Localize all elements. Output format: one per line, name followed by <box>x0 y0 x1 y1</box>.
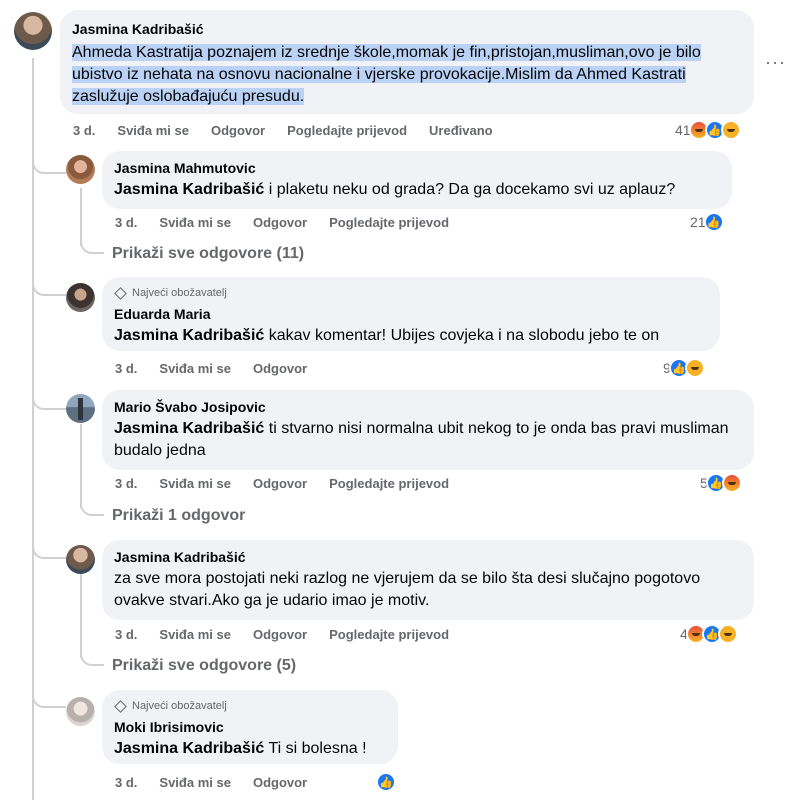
comment-author[interactable]: Mario Švabo Josipovic <box>114 398 742 416</box>
reply-button[interactable]: Odgovor <box>211 123 265 139</box>
like-button[interactable]: Sviđa mi se <box>117 123 189 139</box>
comment-text: Ahmeda Kastratija poznajem iz srednje šk… <box>72 42 742 108</box>
timestamp-link[interactable]: 3 d. <box>115 775 137 791</box>
timestamp-link[interactable]: 3 d. <box>115 627 137 643</box>
comment-actions: 3 d. Sviđa mi se Odgovor <box>115 361 307 377</box>
diamond-icon <box>114 699 127 713</box>
comment-author[interactable]: Jasmina Kadribašić <box>72 20 742 38</box>
timestamp-link[interactable]: 3 d. <box>115 215 137 231</box>
like-icon: 👍 <box>376 772 396 792</box>
edited-label: Uređivano <box>429 123 493 138</box>
thread-connector <box>80 230 104 254</box>
comment-bubble: Jasmina Kadribašić za sve mora postojati… <box>102 540 754 620</box>
comment-author[interactable]: Jasmina Mahmutovic <box>114 159 720 177</box>
haha-icon <box>717 624 738 644</box>
top-fan-badge: Najveći obožavatelj <box>114 698 386 714</box>
top-fan-label: Najveći obožavatelj <box>132 700 227 712</box>
thread-connector <box>32 272 66 296</box>
comment-bubble: Mario Švabo Josipovic Jasmina Kadribašić… <box>102 390 754 470</box>
reply-button[interactable]: Odgovor <box>253 215 307 231</box>
comment-actions: 3 d. Sviđa mi se Odgovor Pogledajte prij… <box>115 476 449 492</box>
comment-text-body: i plaketu neku od grada? Da ga docekamo … <box>264 181 676 198</box>
translate-button[interactable]: Pogledajte prijevod <box>329 627 449 643</box>
reply-button[interactable]: Odgovor <box>253 627 307 643</box>
comment-author[interactable]: Jasmina Kadribašić <box>114 548 742 566</box>
reaction-summary[interactable]: 👍 <box>376 772 396 792</box>
top-fan-badge: Najveći obožavatelj <box>114 285 708 301</box>
more-options-icon[interactable]: ··· <box>765 52 786 73</box>
comment-actions: 3 d. Sviđa mi se Odgovor <box>115 775 307 791</box>
comment-author[interactable]: Eduarda Maria <box>114 305 708 323</box>
comment-text: Jasmina Kadribašić ti stvarno nisi norma… <box>114 418 742 462</box>
comment-text: za sve mora postojati neki razlog ne vje… <box>114 570 701 609</box>
thread-connector <box>32 684 66 708</box>
avatar[interactable] <box>14 12 52 50</box>
translate-button[interactable]: Pogledajte prijevod <box>329 476 449 492</box>
view-replies-link[interactable]: Prikaži 1 odgovor <box>112 507 245 525</box>
comment-text: Jasmina Kadribašić kakav komentar! Ubije… <box>114 325 708 347</box>
reaction-summary[interactable]: 5 👍 <box>700 473 742 493</box>
angry-icon <box>721 473 742 493</box>
comment-actions: 3 d. Sviđa mi se Odgovor Pogledajte prij… <box>115 627 449 643</box>
thread-connector <box>80 492 104 516</box>
like-button[interactable]: Sviđa mi se <box>159 215 231 231</box>
thread-connector <box>32 535 66 559</box>
like-button[interactable]: Sviđa mi se <box>159 775 231 791</box>
mention-link[interactable]: Jasmina Kadribašić <box>114 327 264 344</box>
comment-author[interactable]: Moki Ibrisimovic <box>114 718 386 736</box>
comment-text: Jasmina Kadribašić i plaketu neku od gra… <box>114 179 720 201</box>
thread-connector <box>80 642 104 666</box>
view-replies-link[interactable]: Prikaži sve odgovore (5) <box>112 657 296 675</box>
comment-actions: 3 d. Sviđa mi se Odgovor Pogledajte prij… <box>115 215 449 231</box>
comment-text-highlighted: Ahmeda Kastratija poznajem iz srednje šk… <box>72 44 701 105</box>
timestamp-link[interactable]: 3 d. <box>73 123 95 139</box>
comment-text: Jasmina Kadribašić Ti si bolesna ! <box>114 738 386 760</box>
reply-button[interactable]: Odgovor <box>253 775 307 791</box>
reaction-summary[interactable]: 4 👍 <box>680 624 738 644</box>
haha-icon <box>684 358 705 378</box>
view-replies-link[interactable]: Prikaži sve odgovore (11) <box>112 245 304 263</box>
timestamp-link[interactable]: 3 d. <box>115 476 137 492</box>
avatar[interactable] <box>66 697 95 726</box>
top-fan-label: Najveći obožavatelj <box>132 287 227 299</box>
comment-text-body: Ti si bolesna ! <box>264 740 367 757</box>
comment-text-body: kakav komentar! Ubijes covjeka i na slob… <box>264 327 660 344</box>
comment-actions: 3 d. Sviđa mi se Odgovor Pogledajte prij… <box>73 123 493 139</box>
haha-icon <box>720 120 741 140</box>
avatar[interactable] <box>66 155 95 184</box>
avatar[interactable] <box>66 545 95 574</box>
like-button[interactable]: Sviđa mi se <box>159 476 231 492</box>
mention-link[interactable]: Jasmina Kadribašić <box>114 420 264 437</box>
comment-bubble: Jasmina Kadribašić Ahmeda Kastratija poz… <box>60 10 754 114</box>
translate-button[interactable]: Pogledajte prijevod <box>287 123 407 139</box>
translate-button[interactable]: Pogledajte prijevod <box>329 215 449 231</box>
avatar[interactable] <box>66 394 95 423</box>
comment-bubble: Najveći obožavatelj Moki Ibrisimovic Jas… <box>102 690 398 764</box>
comment-bubble: Jasmina Mahmutovic Jasmina Kadribašić i … <box>102 151 732 209</box>
mention-link[interactable]: Jasmina Kadribašić <box>114 181 264 198</box>
reply-button[interactable]: Odgovor <box>253 476 307 492</box>
comment-bubble: Najveći obožavatelj Eduarda Maria Jasmin… <box>102 277 720 351</box>
like-icon: 👍 <box>703 212 724 232</box>
avatar[interactable] <box>66 283 95 312</box>
like-button[interactable]: Sviđa mi se <box>159 627 231 643</box>
reply-button[interactable]: Odgovor <box>253 361 307 377</box>
reaction-summary[interactable]: 9 👍 <box>663 358 705 378</box>
reaction-summary[interactable]: 41 👍 <box>675 120 741 140</box>
mention-link[interactable]: Jasmina Kadribašić <box>114 740 264 757</box>
diamond-icon <box>114 286 127 300</box>
reaction-summary[interactable]: 21 👍 <box>690 212 724 232</box>
like-button[interactable]: Sviđa mi se <box>159 361 231 377</box>
timestamp-link[interactable]: 3 d. <box>115 361 137 377</box>
thread-connector <box>32 150 66 174</box>
thread-connector <box>32 386 66 410</box>
